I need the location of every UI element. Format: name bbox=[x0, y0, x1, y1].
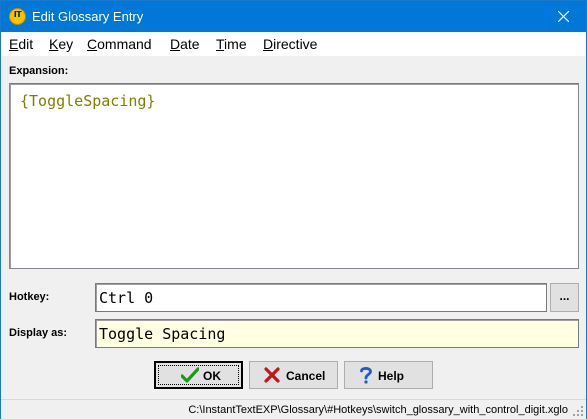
menu-edit-label: dit bbox=[18, 36, 34, 52]
menu-command-label: ommand bbox=[97, 36, 152, 52]
menu-command-accel: C bbox=[87, 36, 98, 52]
menu-time[interactable]: Time bbox=[216, 36, 247, 52]
menu-directive-accel: D bbox=[263, 36, 274, 52]
hotkey-field[interactable]: Ctrl 0 bbox=[95, 283, 547, 312]
menu-date[interactable]: Date bbox=[170, 36, 200, 52]
expansion-text: {ToggleSpacing} bbox=[20, 92, 156, 110]
x-icon bbox=[264, 367, 280, 383]
help-button[interactable]: Help bbox=[344, 361, 433, 389]
display-as-field[interactable]: Toggle Spacing bbox=[95, 319, 579, 348]
close-icon bbox=[558, 11, 569, 22]
ok-button[interactable]: OK bbox=[154, 361, 243, 389]
cancel-button[interactable]: Cancel bbox=[249, 361, 338, 389]
menu-time-label: ime bbox=[224, 36, 247, 52]
menu-key-accel: K bbox=[49, 36, 59, 52]
expansion-label: Expansion: bbox=[9, 65, 69, 77]
display-as-value: Toggle Spacing bbox=[99, 325, 226, 343]
display-as-label: Display as: bbox=[9, 327, 68, 339]
question-icon bbox=[360, 367, 372, 384]
hotkey-browse-button[interactable]: ... bbox=[550, 283, 579, 312]
close-button[interactable] bbox=[540, 1, 586, 32]
resize-grip-icon[interactable] bbox=[572, 405, 584, 417]
menu-date-accel: D bbox=[170, 36, 181, 52]
title-bar[interactable]: IT Edit Glossary Entry bbox=[1, 1, 586, 32]
status-file-path: C:\InstantTextEXP\Glossary\#Hotkeys\swit… bbox=[188, 404, 568, 416]
expansion-editor[interactable]: {ToggleSpacing} bbox=[9, 83, 579, 269]
ok-button-label: OK bbox=[203, 369, 221, 383]
menu-command[interactable]: Command bbox=[87, 36, 152, 52]
cancel-button-label: Cancel bbox=[286, 369, 326, 383]
help-button-label: Help bbox=[378, 369, 405, 383]
menu-key-label: ey bbox=[58, 36, 74, 52]
dialog-window: IT Edit Glossary Entry Edit Key Command … bbox=[0, 0, 587, 419]
hotkey-value: Ctrl 0 bbox=[99, 289, 154, 307]
menu-time-accel: T bbox=[216, 36, 225, 52]
status-bar: C:\InstantTextEXP\Glossary\#Hotkeys\swit… bbox=[1, 399, 586, 419]
menu-edit[interactable]: Edit bbox=[9, 36, 33, 52]
menu-directive-label: irective bbox=[273, 36, 318, 52]
menu-date-label: ate bbox=[180, 36, 200, 52]
menu-bar: Edit Key Command Date Time Directive bbox=[1, 32, 586, 56]
checkmark-icon bbox=[181, 367, 199, 383]
app-logo-icon: IT bbox=[9, 8, 26, 25]
menu-directive[interactable]: Directive bbox=[263, 36, 317, 52]
hotkey-label: Hotkey: bbox=[9, 291, 50, 303]
window-title: Edit Glossary Entry bbox=[32, 9, 144, 24]
menu-key[interactable]: Key bbox=[49, 36, 73, 52]
menu-edit-accel: E bbox=[9, 36, 19, 52]
app-logo-text: IT bbox=[13, 10, 22, 19]
